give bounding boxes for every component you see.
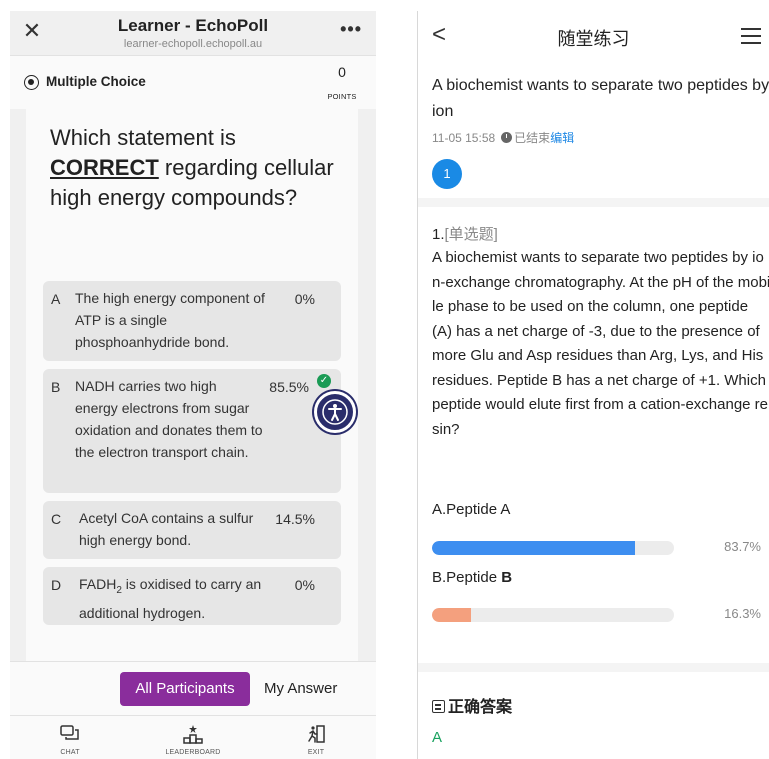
correct-answer-title: 正确答案 — [432, 693, 512, 717]
section-divider — [418, 663, 769, 672]
points-label: POINTS — [327, 92, 357, 101]
question-text: Which statement is CORRECT regarding cel… — [50, 123, 340, 213]
option-b-percentage: 16.3% — [724, 606, 761, 621]
option-b-label: B.Peptide B — [432, 569, 513, 586]
accessibility-icon[interactable] — [314, 391, 356, 433]
option-text: FADH2 is oxidised to carry an additional… — [79, 576, 262, 621]
clock-icon — [501, 132, 513, 143]
echopoll-learner-screen: ✕ Learner - EchoPoll learner-echopoll.ec… — [10, 11, 376, 759]
leaderboard-icon — [183, 725, 203, 744]
page-title: 随堂练习 — [557, 29, 630, 49]
question-count-badge[interactable]: 1 — [432, 159, 462, 189]
option-letter: B — [51, 379, 61, 395]
nav-leaderboard-label: LEADERBOARD — [165, 749, 221, 756]
activity-meta: 11-05 15:58 已结束编辑 — [432, 129, 574, 146]
question-type-bar: Multiple Choice 0 POINTS — [10, 55, 376, 109]
app-url: learner-echopoll.echopoll.au — [123, 38, 263, 50]
nav-exit-label: EXIT — [307, 749, 325, 756]
option-a-progress-fill — [432, 541, 635, 555]
option-percentage: 14.5% — [275, 511, 315, 527]
option-percentage: 85.5% — [269, 379, 309, 395]
option-percentage: 0% — [294, 291, 315, 307]
question-type: [单选题] — [444, 226, 498, 243]
question-card: Which statement is CORRECT regarding cel… — [26, 109, 358, 661]
nav-chat[interactable]: CHAT — [20, 716, 120, 759]
results-tabs: All Participants My Answer — [10, 661, 376, 715]
section-divider — [418, 198, 769, 207]
option-letter: C — [51, 511, 62, 527]
question-number: 1. — [432, 226, 445, 243]
answer-option-a[interactable]: A The high energy component of ATP is a … — [43, 281, 341, 361]
option-percentage: 0% — [294, 577, 315, 593]
option-text: The high energy component of ATP is a si… — [75, 290, 265, 350]
screenshot-gap — [376, 11, 418, 759]
option-b-progress-track — [432, 608, 674, 622]
option-letter: A — [51, 291, 61, 307]
timestamp: 11-05 15:58 — [432, 131, 496, 145]
option-b-progress-fill — [432, 608, 472, 622]
option-letter: D — [51, 577, 62, 593]
answer-icon — [432, 700, 445, 713]
option-a-percentage: 83.7% — [724, 539, 761, 554]
correct-answer-value: A — [432, 729, 443, 746]
radio-icon — [24, 75, 39, 90]
points-value: 0 — [338, 64, 346, 80]
exit-icon — [308, 725, 325, 743]
bottom-nav: CHAT LEADERBOARD EXIT — [10, 715, 376, 759]
app-header: ✕ Learner - EchoPoll learner-echopoll.ec… — [10, 11, 376, 55]
activity-title: A biochemist wants to separate two pepti… — [432, 77, 769, 120]
status-label: 已结束 — [514, 131, 551, 145]
answer-option-c[interactable]: C Acetyl CoA contains a sulfur high ener… — [43, 501, 341, 559]
option-text: Acetyl CoA contains a sulfur high energy… — [79, 510, 254, 548]
option-a-label: A.Peptide A — [432, 501, 511, 518]
app-title: Learner - EchoPoll — [117, 16, 269, 35]
question-text: A biochemist wants to separate two pepti… — [432, 249, 769, 438]
option-a-progress-track — [432, 541, 674, 555]
answer-option-d[interactable]: D FADH2 is oxidised to carry an addition… — [43, 567, 341, 625]
tab-my-answer[interactable]: My Answer — [264, 672, 337, 706]
question-text-pre: Which statement is — [50, 125, 236, 150]
answer-option-b[interactable]: B NADH carries two high energy electrons… — [43, 369, 341, 493]
option-text: NADH carries two high energy electrons f… — [75, 378, 263, 460]
tab-all-participants[interactable]: All Participants — [120, 672, 250, 706]
nav-chat-label: CHAT — [60, 749, 80, 756]
question-type-label: Multiple Choice — [46, 74, 146, 89]
menu-icon[interactable] — [741, 28, 761, 49]
question-label: 1.[单选题] — [432, 223, 498, 244]
nav-exit[interactable]: EXIT — [266, 716, 366, 759]
question-text-emphasis: CORRECT — [50, 155, 159, 180]
correct-check-icon: ✓ — [317, 374, 331, 388]
chat-icon — [60, 725, 79, 740]
nav-leaderboard[interactable]: LEADERBOARD — [143, 716, 243, 759]
practice-screen: < 随堂练习 A biochemist wants to separate tw… — [418, 11, 769, 759]
more-options-icon[interactable]: ••• — [340, 19, 362, 40]
edit-link[interactable]: 编辑 — [550, 131, 574, 145]
